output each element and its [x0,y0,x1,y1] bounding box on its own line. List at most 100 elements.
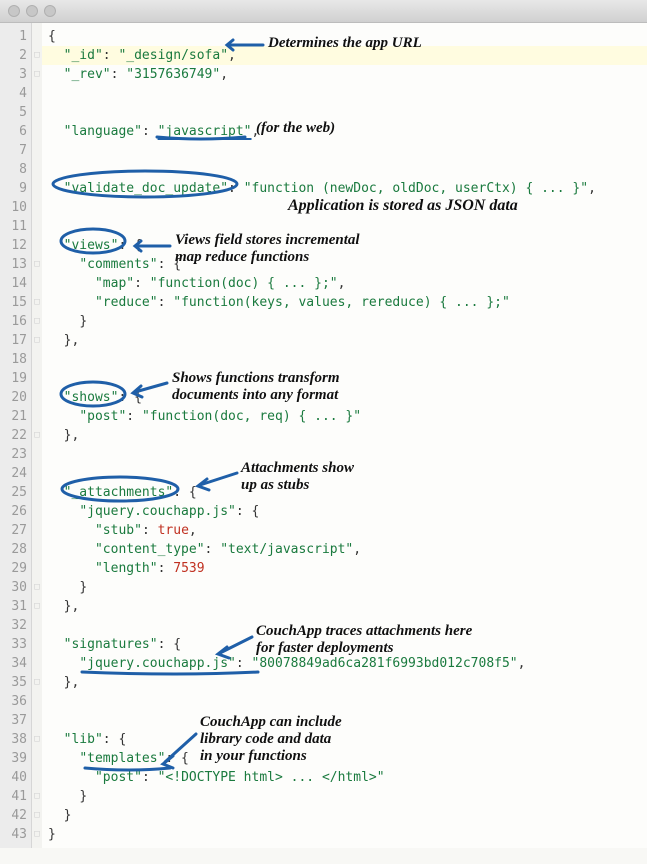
fold-marker-icon[interactable]: □ [32,46,42,65]
line-number: 7 [0,141,27,160]
code-line: "language": "javascript", [48,122,647,141]
fold-marker-icon[interactable] [32,388,42,407]
fold-marker-icon[interactable] [32,236,42,255]
fold-marker-icon[interactable] [32,521,42,540]
line-number: 31 [0,597,27,616]
fold-marker-icon[interactable] [32,749,42,768]
fold-marker-icon[interactable]: □ [32,578,42,597]
line-number: 35 [0,673,27,692]
fold-marker-icon[interactable] [32,654,42,673]
line-number: 36 [0,692,27,711]
fold-marker-icon[interactable]: □ [32,597,42,616]
fold-marker-icon[interactable]: □ [32,65,42,84]
line-number-gutter: 1234567891011121314151617181920212223242… [0,23,32,848]
line-number: 10 [0,198,27,217]
fold-marker-icon[interactable] [32,711,42,730]
fold-marker-icon[interactable] [32,692,42,711]
fold-marker-icon[interactable]: □ [32,825,42,844]
line-number: 8 [0,160,27,179]
code-line: "signatures": { [48,635,647,654]
line-number: 39 [0,749,27,768]
fold-marker-icon[interactable] [32,483,42,502]
code-line: "_id": "_design/sofa", [42,46,647,65]
fold-marker-icon[interactable] [32,103,42,122]
code-line: "length": 7539 [48,559,647,578]
fold-marker-icon[interactable] [32,179,42,198]
fold-marker-icon[interactable] [32,84,42,103]
code-line [48,103,647,122]
line-number: 29 [0,559,27,578]
code-editor: 1234567891011121314151617181920212223242… [0,23,647,848]
code-line: }, [48,673,647,692]
line-number: 16 [0,312,27,331]
close-icon[interactable] [8,5,20,17]
code-line: "lib": { [48,730,647,749]
line-number: 12 [0,236,27,255]
line-number: 33 [0,635,27,654]
fold-marker-icon[interactable] [32,198,42,217]
line-number: 38 [0,730,27,749]
fold-marker-icon[interactable] [32,27,42,46]
code-line [48,84,647,103]
fold-marker-icon[interactable] [32,768,42,787]
code-line [48,141,647,160]
minimize-icon[interactable] [26,5,38,17]
line-number: 30 [0,578,27,597]
code-line: }, [48,426,647,445]
fold-marker-icon[interactable]: □ [32,806,42,825]
fold-marker-icon[interactable]: □ [32,426,42,445]
line-number: 26 [0,502,27,521]
line-number: 25 [0,483,27,502]
fold-marker-icon[interactable] [32,350,42,369]
line-number: 19 [0,369,27,388]
fold-marker-icon[interactable] [32,540,42,559]
line-number: 41 [0,787,27,806]
fold-marker-icon[interactable]: □ [32,331,42,350]
code-area[interactable]: { "_id": "_design/sofa", "_rev": "315763… [42,23,647,848]
fold-marker-icon[interactable]: □ [32,312,42,331]
zoom-icon[interactable] [44,5,56,17]
code-line [48,350,647,369]
fold-marker-icon[interactable] [32,464,42,483]
fold-marker-icon[interactable] [32,160,42,179]
fold-marker-icon[interactable]: □ [32,255,42,274]
line-number: 32 [0,616,27,635]
code-line: "validate_doc_update": "function (newDoc… [48,179,647,198]
line-number: 24 [0,464,27,483]
line-number: 18 [0,350,27,369]
fold-marker-icon[interactable] [32,141,42,160]
fold-marker-icon[interactable] [32,502,42,521]
code-line [48,711,647,730]
code-line: "views": { [48,236,647,255]
line-number: 9 [0,179,27,198]
line-number: 20 [0,388,27,407]
fold-marker-icon[interactable] [32,122,42,141]
fold-marker-icon[interactable]: □ [32,787,42,806]
fold-marker-icon[interactable] [32,369,42,388]
line-number: 34 [0,654,27,673]
code-line [48,464,647,483]
fold-marker-icon[interactable] [32,407,42,426]
fold-marker-icon[interactable] [32,445,42,464]
fold-marker-icon[interactable] [32,616,42,635]
code-line: "templates": { [48,749,647,768]
line-number: 2 [0,46,27,65]
fold-marker-icon[interactable]: □ [32,293,42,312]
fold-marker-icon[interactable] [32,217,42,236]
code-line: } [48,312,647,331]
fold-marker-icon[interactable] [32,274,42,293]
code-line: }, [48,597,647,616]
code-line [48,616,647,635]
line-number: 43 [0,825,27,844]
line-number: 3 [0,65,27,84]
line-number: 40 [0,768,27,787]
line-number: 4 [0,84,27,103]
code-line: "jquery.couchapp.js": { [48,502,647,521]
fold-marker-icon[interactable]: □ [32,673,42,692]
code-line [48,445,647,464]
fold-marker-icon[interactable] [32,635,42,654]
line-number: 37 [0,711,27,730]
fold-marker-icon[interactable] [32,559,42,578]
fold-marker-icon[interactable]: □ [32,730,42,749]
code-line: "_rev": "3157636749", [48,65,647,84]
